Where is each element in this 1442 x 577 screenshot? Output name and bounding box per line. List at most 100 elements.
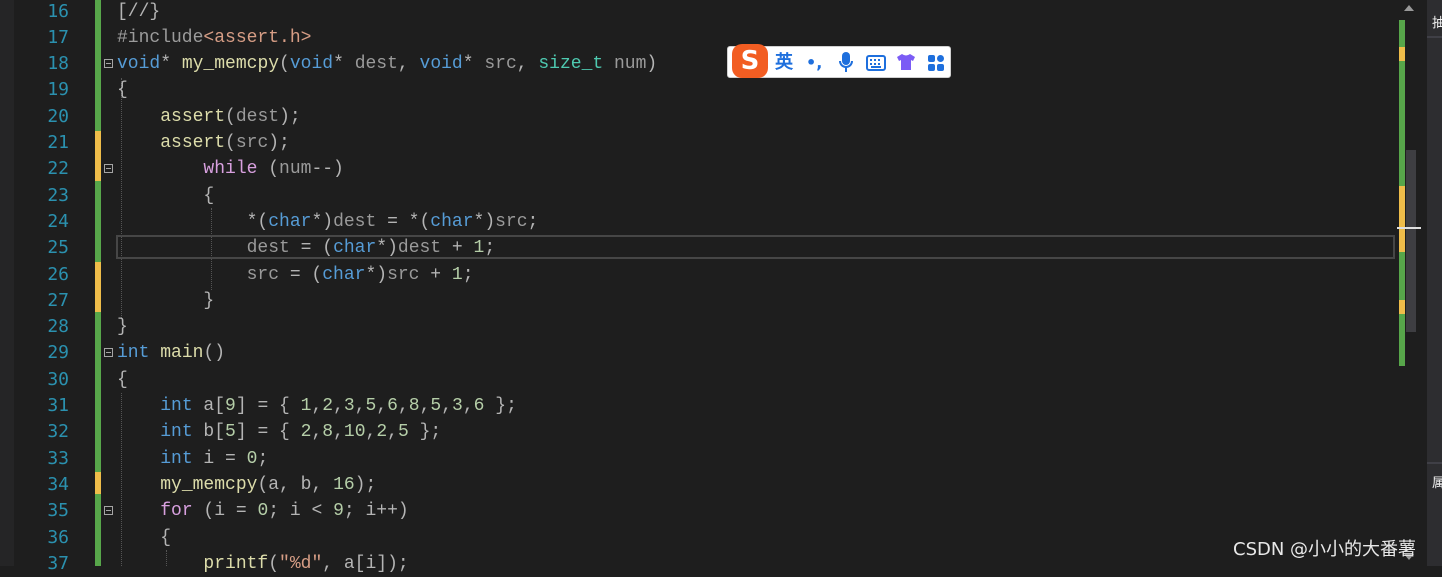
code-token: , xyxy=(387,422,398,443)
collapse-toggle-icon[interactable] xyxy=(104,506,113,515)
code-token: ; xyxy=(527,211,539,232)
code-text[interactable]: { xyxy=(117,367,128,393)
code-token: my_memcpy xyxy=(160,474,258,495)
code-line[interactable]: 27 } xyxy=(0,288,1400,314)
code-line[interactable]: 36 { xyxy=(0,525,1400,551)
code-line[interactable]: 17 #include<assert.h> xyxy=(0,25,1400,51)
collapse-toggle-icon[interactable] xyxy=(104,164,113,173)
code-text[interactable]: { xyxy=(117,77,128,103)
code-token: *( xyxy=(117,211,269,232)
panel-tab-label[interactable]: 抽 xyxy=(1432,12,1442,31)
code-token: ); xyxy=(354,474,377,495)
code-line[interactable]: 29 int main() xyxy=(0,340,1400,366)
collapse-toggle-icon[interactable] xyxy=(104,348,113,357)
code-token: , xyxy=(397,396,409,416)
code-line[interactable]: 37 printf("%d", a[i]); xyxy=(0,551,1400,577)
code-text[interactable]: { xyxy=(117,183,214,209)
code-line[interactable]: 21 assert(src); xyxy=(0,130,1400,156)
code-token: = ( xyxy=(279,264,323,285)
code-line[interactable]: 18 void* my_memcpy(void* dest, void* src,… xyxy=(0,51,1400,77)
code-line[interactable]: 31 int a[9] = { 1,2,3,5,6,8,5,3,6 }; xyxy=(0,393,1400,419)
code-token: "%d" xyxy=(279,553,323,574)
code-text[interactable]: assert(dest); xyxy=(117,104,300,130)
code-token: (i = xyxy=(192,501,258,522)
code-text[interactable]: src = (char*)src + 1; xyxy=(117,262,474,288)
code-text[interactable]: { xyxy=(117,525,171,551)
code-token: --) xyxy=(311,159,344,180)
code-token: src xyxy=(495,211,528,232)
code-token: } xyxy=(117,290,215,311)
code-line[interactable]: 34 my_memcpy(a, b, 16); xyxy=(0,472,1400,498)
code-token: 2 xyxy=(322,396,334,416)
code-token: src xyxy=(387,264,420,285)
code-line[interactable]: 26 src = (char*)src + 1; xyxy=(0,262,1400,288)
line-number: 23 xyxy=(47,184,69,206)
code-line[interactable]: 24 *(char*)dest = *(char*)src; xyxy=(0,209,1400,235)
code-token: , xyxy=(365,422,377,443)
microphone-icon[interactable] xyxy=(838,51,854,80)
code-text[interactable]: } xyxy=(117,314,128,340)
code-token: main xyxy=(160,343,204,364)
code-token: 2 xyxy=(300,422,312,443)
ime-punctuation-toggle[interactable]: •, xyxy=(806,51,822,75)
code-text[interactable]: } xyxy=(117,288,214,314)
sogou-logo-icon[interactable]: S xyxy=(732,44,768,78)
code-token: ] = { xyxy=(235,422,301,443)
code-text[interactable]: *(char*)dest = *(char*)src; xyxy=(117,209,539,235)
code-editor[interactable]: 16 [//} 17 #include<assert.h> 18 void* my_mem… xyxy=(0,0,1442,574)
line-number: 30 xyxy=(47,368,69,390)
code-text[interactable]: void* my_memcpy(void* dest, void* src, s… xyxy=(117,51,657,77)
code-line[interactable]: 22 while (num--) xyxy=(0,156,1400,182)
code-line[interactable]: 35 for (i = 0; i < 9; i++) xyxy=(0,498,1400,524)
code-line[interactable]: 16 [//} xyxy=(0,0,1400,25)
code-line[interactable]: 23 { xyxy=(0,183,1400,209)
code-text[interactable]: int main() xyxy=(117,340,225,366)
keyboard-icon[interactable] xyxy=(866,54,886,78)
code-token: }; xyxy=(408,422,442,443)
skin-icon[interactable] xyxy=(896,53,916,78)
scroll-up-arrow-icon[interactable] xyxy=(1404,5,1414,11)
code-text[interactable]: int b[5] = { 2,8,10,2,5 }; xyxy=(117,419,441,445)
code-token: 9 xyxy=(225,396,236,416)
scrollbar-thumb[interactable] xyxy=(1406,150,1416,332)
code-text[interactable]: printf("%d", a[i]); xyxy=(117,551,409,577)
code-token: dest xyxy=(246,238,290,259)
collapse-toggle-icon[interactable] xyxy=(104,59,113,68)
code-text[interactable]: my_memcpy(a, b, 16); xyxy=(117,472,376,498)
code-token: } xyxy=(117,317,128,338)
code-text[interactable]: while (num--) xyxy=(117,156,344,182)
code-token: 0 xyxy=(246,448,258,469)
code-line[interactable]: 20 assert(dest); xyxy=(0,104,1400,130)
code-text[interactable]: #include<assert.h> xyxy=(117,25,311,51)
panel-tab-label[interactable]: 属 xyxy=(1432,472,1442,491)
code-token: 2 xyxy=(376,422,388,443)
code-token: char xyxy=(322,264,366,285)
code-line[interactable]: 25 dest = (char*)dest + 1; xyxy=(0,235,1400,261)
code-token: , a[i]); xyxy=(322,553,409,574)
code-token: 5 xyxy=(430,396,442,416)
code-text[interactable]: [//} xyxy=(117,0,160,25)
code-token: 8 xyxy=(322,422,334,443)
code-text[interactable]: dest = (char*)dest + 1; xyxy=(117,235,496,261)
code-token: char xyxy=(268,211,312,232)
ime-toolbar[interactable]: S 英 •, xyxy=(727,44,951,80)
code-text[interactable]: int i = 0; xyxy=(117,446,268,472)
code-line[interactable]: 33 int i = 0; xyxy=(0,446,1400,472)
code-line[interactable]: 30 { xyxy=(0,367,1400,393)
code-token: + xyxy=(419,264,452,285)
code-line[interactable]: 19 { xyxy=(0,77,1400,103)
code-token: , xyxy=(419,396,431,416)
apps-icon[interactable] xyxy=(927,54,945,79)
code-token: int xyxy=(117,343,150,364)
code-line[interactable]: 28} xyxy=(0,314,1400,340)
code-text[interactable]: int a[9] = { 1,2,3,5,6,8,5,3,6 }; xyxy=(117,393,517,419)
code-line[interactable]: 32 int b[5] = { 2,8,10,2,5 }; xyxy=(0,419,1400,445)
code-text[interactable]: assert(src); xyxy=(117,130,290,156)
ime-mode-toggle[interactable]: 英 xyxy=(775,51,793,75)
code-text[interactable]: for (i = 0; i < 9; i++) xyxy=(117,498,408,524)
